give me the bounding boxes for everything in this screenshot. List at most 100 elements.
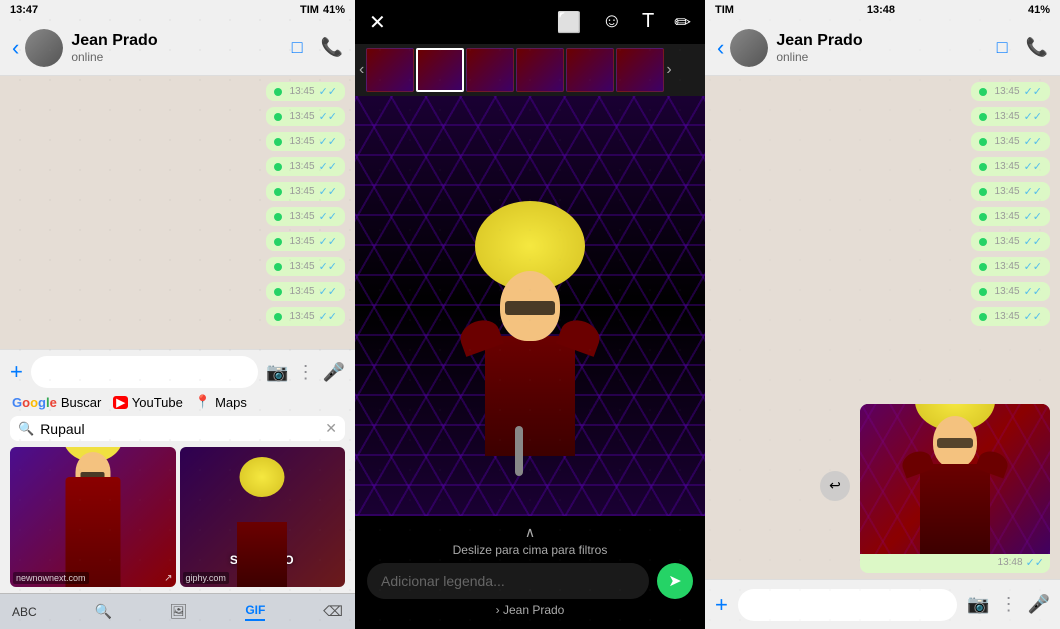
figure-glasses bbox=[505, 301, 555, 315]
maps-label: Maps bbox=[215, 395, 247, 410]
back-button[interactable]: ‹ bbox=[12, 35, 19, 61]
search-icon: 🔍 bbox=[18, 421, 34, 437]
mic-button[interactable]: 🎤 bbox=[323, 362, 345, 383]
main-subject bbox=[475, 181, 585, 456]
msg-time: 13:45 bbox=[995, 286, 1020, 297]
bottom-bar-left: + 📷 ⋮ 🎤 Google Buscar ▶ YouTube 📍 Maps bbox=[0, 349, 355, 593]
mini-glasses bbox=[937, 438, 973, 448]
gif-item-2[interactable]: SILÊNCIO giphy.com bbox=[180, 447, 346, 587]
abc-label[interactable]: ABC bbox=[12, 605, 37, 619]
msg-ticks: ✓✓ bbox=[1024, 135, 1042, 148]
more-button[interactable]: ⋮ bbox=[297, 362, 315, 383]
filmstrip-frame[interactable] bbox=[566, 48, 614, 92]
google-icon: Google bbox=[12, 395, 57, 410]
filmstrip-frame[interactable] bbox=[466, 48, 514, 92]
msg-dot bbox=[979, 113, 987, 121]
filmstrip-frame[interactable] bbox=[366, 48, 414, 92]
msg-time: 13:45 bbox=[995, 86, 1020, 97]
msg-time: 13:45 bbox=[290, 161, 315, 172]
back-button-right[interactable]: ‹ bbox=[717, 35, 724, 61]
table-row: 13:45 ✓✓ bbox=[266, 257, 345, 276]
table-row: 13:45 ✓✓ bbox=[266, 232, 345, 251]
message-input-right[interactable] bbox=[738, 589, 957, 621]
keyboard-bar: ABC 🔍 🖼 GIF ⌫ bbox=[0, 593, 355, 629]
search-clear-button[interactable]: ✕ bbox=[325, 420, 337, 437]
filmstrip-prev[interactable]: ‹ bbox=[359, 61, 364, 79]
gif-tab[interactable]: GIF bbox=[245, 603, 265, 621]
close-icon[interactable]: ✕ bbox=[369, 10, 386, 35]
msg-time: 13:45 bbox=[290, 86, 315, 97]
msg-time: 13:45 bbox=[290, 311, 315, 322]
sent-media-bubble[interactable]: 13:48 ✓✓ bbox=[860, 404, 1050, 573]
emoji-icon[interactable]: ☺ bbox=[602, 10, 622, 35]
msg-dot bbox=[979, 288, 987, 296]
msg-time: 13:45 bbox=[290, 186, 315, 197]
msg-ticks: ✓✓ bbox=[1024, 285, 1042, 298]
list-item: 13:45 ✓✓ bbox=[971, 307, 1050, 326]
msg-dot bbox=[274, 213, 282, 221]
table-row: 13:45 ✓✓ bbox=[266, 282, 345, 301]
crop-icon[interactable]: ⬜ bbox=[557, 10, 582, 35]
battery-right: 41% bbox=[1028, 4, 1050, 16]
caption-input[interactable] bbox=[367, 563, 649, 599]
battery-left: 41% bbox=[323, 4, 345, 16]
keyboard-image-icon[interactable]: 🖼 bbox=[170, 603, 188, 620]
youtube-tab[interactable]: ▶ YouTube bbox=[113, 394, 183, 410]
message-input[interactable] bbox=[31, 356, 258, 388]
filmstrip-frame[interactable] bbox=[516, 48, 564, 92]
send-button[interactable]: ➤ bbox=[657, 563, 693, 599]
video-call-icon-right[interactable]: □ bbox=[997, 37, 1008, 58]
input-row: + 📷 ⋮ 🎤 bbox=[10, 356, 345, 388]
phone-icon[interactable]: 📞 bbox=[321, 37, 343, 58]
msg-dot bbox=[274, 163, 282, 171]
video-call-icon[interactable]: □ bbox=[292, 37, 303, 58]
header-info-left: Jean Prado online bbox=[71, 32, 291, 64]
keyboard-delete-icon[interactable]: ⌫ bbox=[323, 603, 343, 620]
draw-icon[interactable]: ✏ bbox=[674, 10, 691, 35]
table-row: 13:45 ✓✓ bbox=[266, 132, 345, 151]
messages-area-left: 13:45 ✓✓ 13:45 ✓✓ 13:45 ✓✓ 13:45 ✓✓ 13:4… bbox=[0, 76, 355, 349]
list-item: 13:45 ✓✓ bbox=[971, 132, 1050, 151]
phone-icon-right[interactable]: 📞 bbox=[1026, 37, 1048, 58]
plus-button-right[interactable]: + bbox=[715, 592, 728, 618]
list-item: 13:45 ✓✓ bbox=[971, 107, 1050, 126]
mic-button-right[interactable]: 🎤 bbox=[1028, 594, 1050, 615]
maps-tab[interactable]: 📍 Maps bbox=[195, 394, 247, 410]
msg-ticks: ✓✓ bbox=[319, 235, 337, 248]
msg-ticks: ✓✓ bbox=[319, 110, 337, 123]
table-row: 13:45 ✓✓ bbox=[266, 207, 345, 226]
filmstrip-next[interactable]: › bbox=[666, 61, 671, 79]
gif-item-1[interactable]: newnownext.com ↗ bbox=[10, 447, 176, 587]
gif-search-input[interactable] bbox=[40, 421, 325, 437]
mini-body bbox=[920, 464, 990, 554]
list-item: 13:45 ✓✓ bbox=[971, 207, 1050, 226]
left-status-bar: 13:47 TIM 41% bbox=[0, 0, 355, 20]
buscar-tab[interactable]: Google Buscar bbox=[12, 394, 101, 410]
text-icon[interactable]: T bbox=[642, 10, 654, 35]
more-button-right[interactable]: ⋮ bbox=[1000, 594, 1018, 615]
table-row: 13:45 ✓✓ bbox=[266, 157, 345, 176]
filmstrip-frame-active[interactable] bbox=[416, 48, 464, 92]
msg-ticks: ✓✓ bbox=[1024, 310, 1042, 323]
right-status-bar: TIM 13:48 41% bbox=[705, 0, 1060, 20]
send-icon: ➤ bbox=[668, 571, 681, 591]
to-arrow: › bbox=[496, 603, 500, 617]
keyboard-search-icon[interactable]: 🔍 bbox=[95, 603, 112, 620]
msg-ticks: ✓✓ bbox=[319, 185, 337, 198]
mini-figure bbox=[915, 404, 995, 554]
camera-button[interactable]: 📷 bbox=[266, 362, 288, 383]
msg-dot bbox=[274, 263, 282, 271]
msg-time: 13:45 bbox=[995, 311, 1020, 322]
filmstrip-frame[interactable] bbox=[616, 48, 664, 92]
msg-dot bbox=[979, 313, 987, 321]
sent-media-ticks: ✓✓ bbox=[1026, 556, 1044, 569]
carrier-right: TIM bbox=[715, 4, 734, 16]
reply-button[interactable]: ↩ bbox=[820, 471, 850, 501]
carrier-left: TIM bbox=[300, 4, 319, 16]
middle-panel: ✕ ⬜ ☺ T ✏ ‹ › bbox=[355, 0, 705, 629]
plus-button[interactable]: + bbox=[10, 359, 23, 385]
caption-row: ➤ bbox=[367, 563, 693, 599]
msg-ticks: ✓✓ bbox=[1024, 185, 1042, 198]
camera-button-right[interactable]: 📷 bbox=[967, 594, 989, 615]
sent-media-container: ↩ bbox=[860, 398, 1050, 573]
